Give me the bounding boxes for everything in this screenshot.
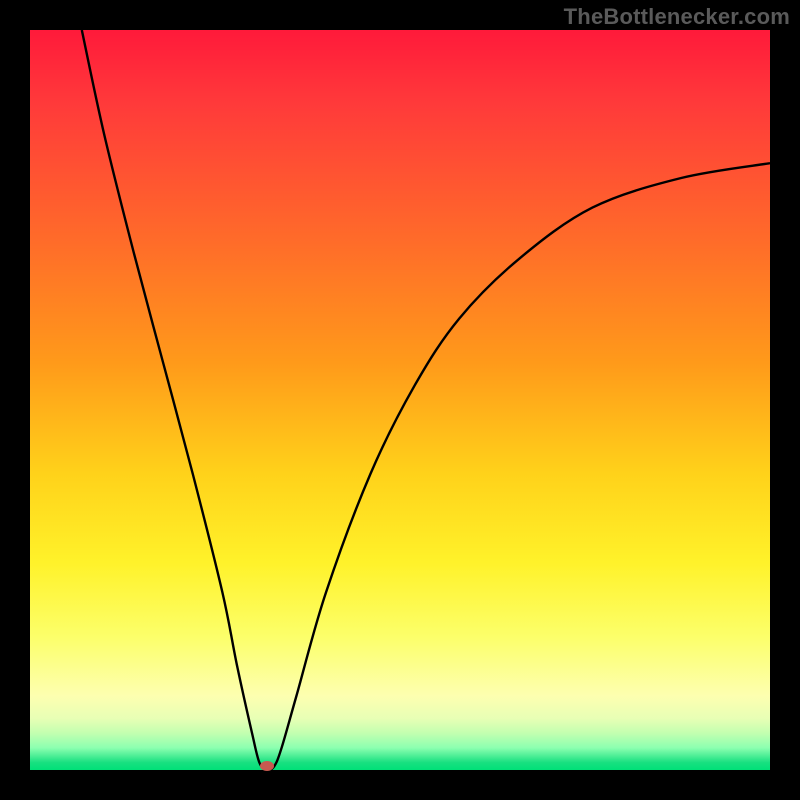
plot-area <box>30 30 770 770</box>
curve-path <box>82 30 770 770</box>
bottleneck-curve <box>30 30 770 770</box>
optimal-point-marker <box>260 761 274 771</box>
chart-frame: TheBottlenecker.com <box>0 0 800 800</box>
watermark-text: TheBottlenecker.com <box>564 4 790 30</box>
